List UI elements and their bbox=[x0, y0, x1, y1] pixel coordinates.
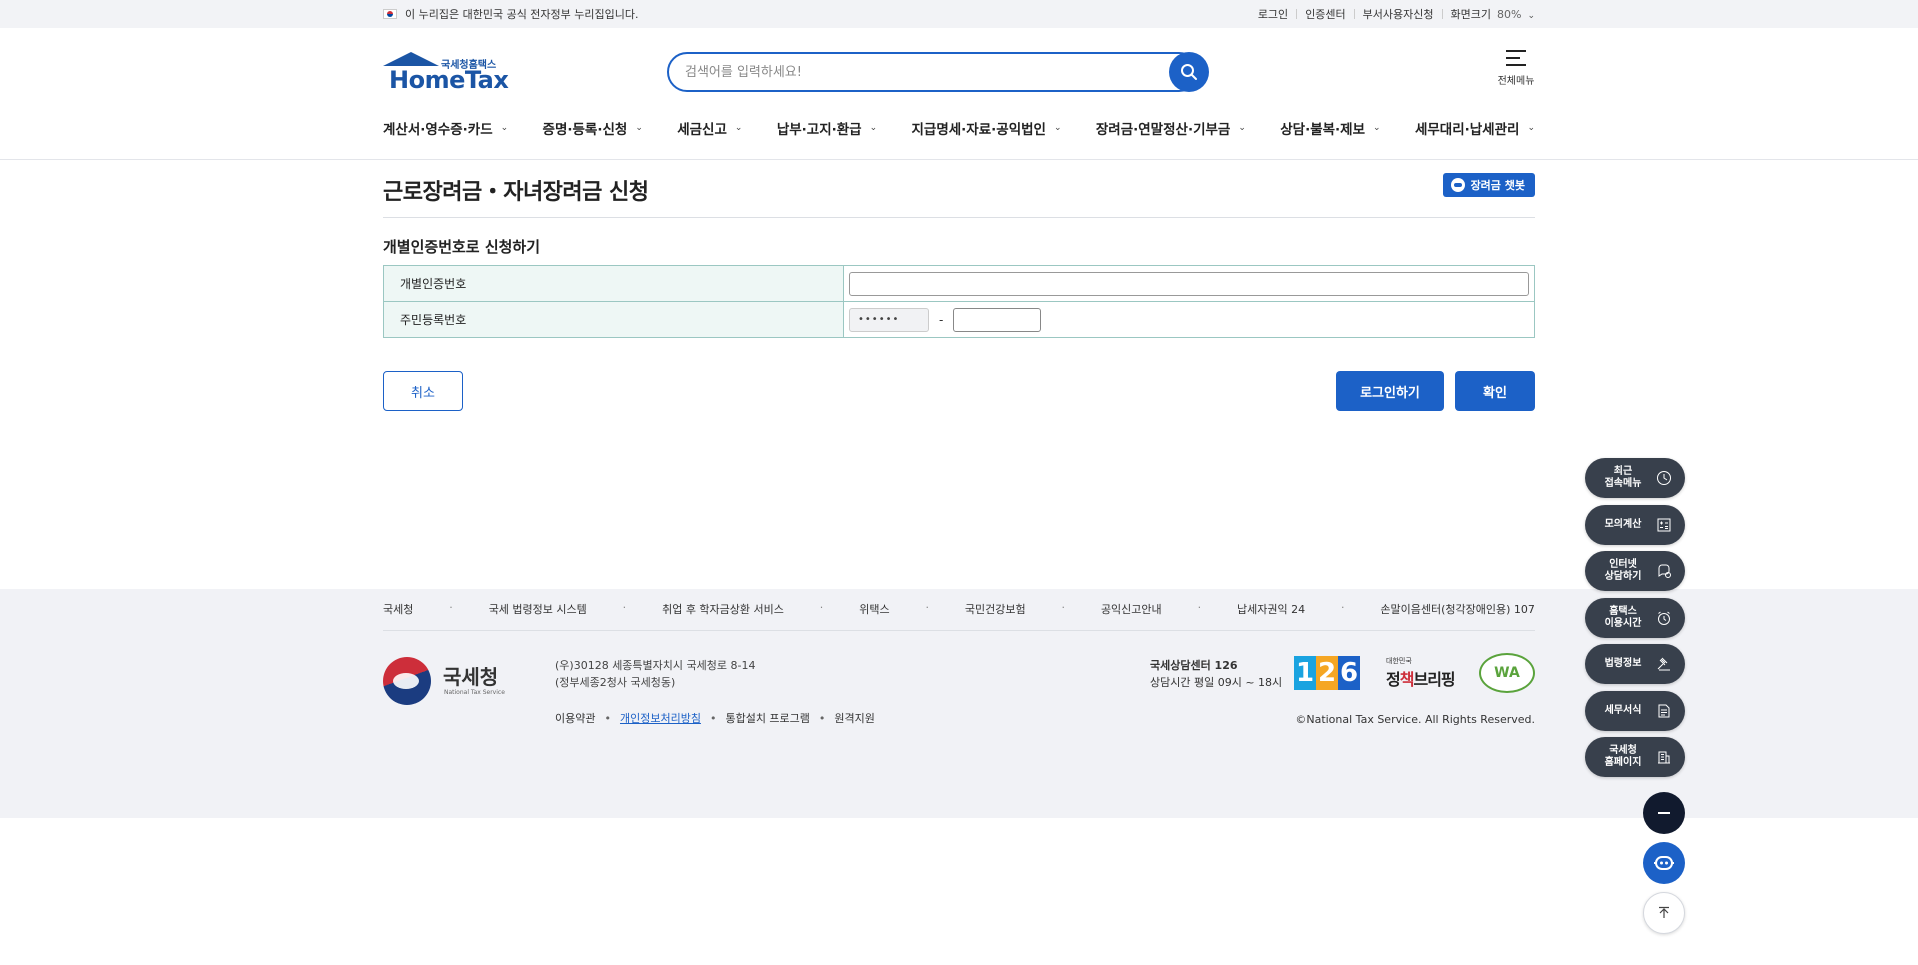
quick-internet-consult[interactable]: 인터넷 상담하기 bbox=[1585, 551, 1685, 591]
section-title: 개별인증번호로 신청하기 bbox=[383, 238, 541, 256]
page-title: 근로장려금・자녀장려금 신청 bbox=[383, 180, 649, 205]
confirm-button[interactable]: 확인 bbox=[1455, 371, 1535, 411]
dept-user-link[interactable]: 부서사용자신청 bbox=[1363, 6, 1434, 22]
rrn-fields: •••••• - bbox=[849, 307, 1529, 332]
copyright: ©National Tax Service. All Rights Reserv… bbox=[1295, 713, 1535, 726]
footer-link-relay[interactable]: 손말이음센터(청각장애인용) 107 bbox=[1380, 601, 1535, 617]
policy-briefing-logo[interactable]: 대한민국 정책브리핑 bbox=[1386, 656, 1458, 690]
scroll-top-button[interactable] bbox=[1643, 892, 1685, 934]
chat-icon bbox=[1655, 562, 1673, 580]
chevron-down-icon: ⌄ bbox=[1527, 123, 1535, 133]
hometax-logo[interactable]: 국세청홈택스 HomeTax bbox=[383, 52, 509, 94]
search-icon bbox=[1181, 64, 1197, 80]
chatbot-button[interactable] bbox=[1643, 842, 1685, 884]
footer-link-loan[interactable]: 취업 후 학자금상환 서비스 bbox=[662, 601, 784, 617]
quick-nts-homepage[interactable]: 국세청 홈페이지 bbox=[1585, 737, 1685, 777]
chevron-down-icon: ⌄ bbox=[635, 123, 643, 133]
document-icon bbox=[1655, 702, 1673, 720]
chevron-down-icon: ⌄ bbox=[1053, 123, 1062, 133]
footer-links: 국세청 · 국세 법령정보 시스템 · 취업 후 학자금상환 서비스 · 위택스… bbox=[383, 601, 1535, 631]
nav-item-consult[interactable]: 상담·불복·제보 ⌄ bbox=[1280, 118, 1380, 138]
incentive-chatbot-button[interactable]: 장려금 챗봇 bbox=[1442, 173, 1535, 197]
web-accessibility-mark-icon: WA bbox=[1479, 653, 1535, 693]
quick-tax-forms[interactable]: 세무서식 bbox=[1585, 690, 1685, 731]
house-roof-icon bbox=[383, 52, 439, 66]
remote-support-link[interactable]: 원격지원 bbox=[834, 710, 874, 726]
address: (우)30128 세종특별자치시 국세청로 8-14 (정부세종2청사 국세청동… bbox=[555, 659, 756, 689]
footer-link-rights[interactable]: 납세자권익 24 bbox=[1237, 601, 1305, 617]
login-button[interactable]: 로그인하기 bbox=[1336, 371, 1444, 411]
footer-link-nts[interactable]: 국세청 bbox=[383, 601, 413, 617]
robot-icon bbox=[1654, 856, 1674, 870]
footer-link-wetax[interactable]: 위택스 bbox=[859, 601, 889, 617]
cancel-button[interactable]: 취소 bbox=[383, 371, 463, 411]
action-buttons: 취소 로그인하기 확인 bbox=[383, 371, 1535, 411]
auth-form-table: 개별인증번호 주민등록번호 •••••• - bbox=[383, 265, 1535, 338]
korea-flag-icon bbox=[383, 9, 397, 19]
main-nav: 계산서·영수증·카드 ⌄ 증명·등록·신청 ⌄ 세금신고 ⌄ 납부·고지·환급 ⌄ 지급… bbox=[383, 118, 1535, 138]
table-row: 개별인증번호 bbox=[383, 265, 1535, 302]
chevron-down-icon: ⌄ bbox=[1238, 123, 1246, 133]
nts-logo[interactable]: 국세청 National Tax Service bbox=[383, 657, 513, 707]
quick-law-info[interactable]: 법령정보 bbox=[1585, 644, 1685, 684]
auth-number-input[interactable] bbox=[849, 271, 1529, 296]
chevron-down-icon: ⌄ bbox=[1527, 11, 1535, 21]
consult-center-info: 국세상담센터 126 상담시간 평일 09시 ~ 18시 bbox=[1150, 659, 1283, 689]
top-links: 로그인 인증센터 부서사용자신청 화면크기 80% ⌄ bbox=[1258, 6, 1535, 22]
calculator-icon bbox=[1655, 516, 1673, 534]
badge-126-icon[interactable]: 1 2 6 bbox=[1294, 656, 1360, 690]
login-link[interactable]: 로그인 bbox=[1258, 6, 1288, 22]
building-icon bbox=[1655, 748, 1673, 766]
install-program-link[interactable]: 통합설치 프로그램 bbox=[725, 710, 809, 726]
cert-center-link[interactable]: 인증센터 bbox=[1305, 6, 1345, 22]
quick-recent-menu[interactable]: 최근 접속메뉴 bbox=[1585, 458, 1685, 498]
search-button[interactable] bbox=[1169, 52, 1209, 92]
nav-item-invoice[interactable]: 계산서·영수증·카드 ⌄ bbox=[383, 118, 508, 138]
chevron-down-icon: ⌄ bbox=[869, 123, 878, 133]
clock-icon bbox=[1655, 469, 1673, 487]
rrn-back-input[interactable] bbox=[953, 307, 1042, 332]
search-input[interactable] bbox=[667, 52, 1199, 92]
quick-menu: 최근 접속메뉴 모의계산 인터넷 상담하기 홈택스 이용시간 법령정보 세무서식… bbox=[1585, 458, 1685, 784]
nav-item-incentive[interactable]: 장려금·연말정산·기부금 ⌄ bbox=[1096, 118, 1246, 138]
site-header: 국세청홈택스 HomeTax 전체메뉴 계산서·영수증·카드⌄ 증명·등록·신청… bbox=[0, 28, 1918, 160]
minus-icon bbox=[1658, 812, 1670, 814]
nav-item-tax-report[interactable]: 세금신고 ⌄ bbox=[677, 118, 742, 138]
privacy-policy-link[interactable]: 개인정보처리방침 bbox=[620, 710, 701, 726]
all-menu-button[interactable]: 전체메뉴 bbox=[1496, 50, 1536, 87]
alarm-icon bbox=[1655, 609, 1673, 627]
rrn-label: 주민등록번호 bbox=[383, 301, 844, 338]
terms-link[interactable]: 이용약관 bbox=[555, 710, 595, 726]
gov-notice: 이 누리집은 대한민국 공식 전자정부 누리집입니다. bbox=[383, 6, 639, 22]
chevron-down-icon: ⌄ bbox=[734, 123, 743, 133]
policy-links: 이용약관 • 개인정보처리방침 • 통합설치 프로그램 • 원격지원 bbox=[555, 710, 875, 726]
taegeuk-icon bbox=[383, 657, 431, 705]
footer-link-report[interactable]: 공익신고안내 bbox=[1101, 601, 1162, 617]
table-row: 주민등록번호 •••••• - bbox=[383, 301, 1535, 338]
rrn-front-field: •••••• bbox=[849, 307, 929, 332]
footer-link-law[interactable]: 국세 법령정보 시스템 bbox=[489, 601, 587, 617]
chevron-down-icon: ⌄ bbox=[1373, 123, 1381, 133]
chatbot-icon bbox=[1450, 178, 1465, 192]
gavel-icon bbox=[1655, 655, 1673, 673]
page-title-row: 근로장려금・자녀장려금 신청 장려금 챗봇 bbox=[383, 160, 1535, 218]
auth-number-label: 개별인증번호 bbox=[383, 265, 844, 302]
hamburger-icon bbox=[1506, 50, 1526, 66]
nav-item-payment[interactable]: 납부·고지·환급 ⌄ bbox=[777, 118, 877, 138]
quick-mock-calc[interactable]: 모의계산 bbox=[1585, 504, 1685, 545]
chevron-down-icon: ⌄ bbox=[500, 123, 509, 133]
collapse-quick-menu-button[interactable] bbox=[1643, 792, 1685, 834]
gov-topbar: 이 누리집은 대한민국 공식 전자정부 누리집입니다. 로그인 인증센터 부서사… bbox=[0, 0, 1918, 28]
quick-hometax-hours[interactable]: 홈택스 이용시간 bbox=[1585, 597, 1685, 638]
arrow-up-icon bbox=[1659, 906, 1669, 918]
nav-item-certificate[interactable]: 증명·등록·신청 ⌄ bbox=[543, 118, 643, 138]
footer-link-health[interactable]: 국민건강보험 bbox=[965, 601, 1026, 617]
zoom-control[interactable]: 화면크기 80% ⌄ bbox=[1451, 6, 1535, 22]
search-box bbox=[667, 52, 1209, 92]
nav-item-agent[interactable]: 세무대리·납세관리 ⌄ bbox=[1415, 118, 1535, 138]
nav-item-statement[interactable]: 지급명세·자료·공익법인 ⌄ bbox=[912, 118, 1062, 138]
